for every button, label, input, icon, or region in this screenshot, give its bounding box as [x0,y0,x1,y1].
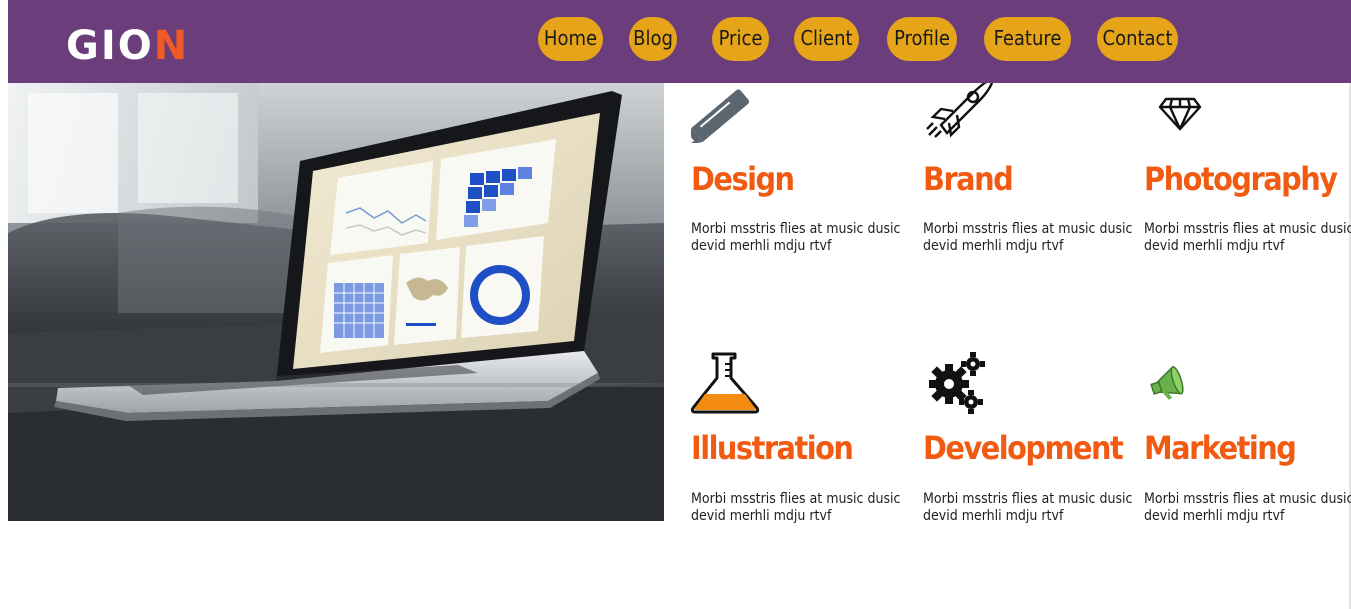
service-title: Marketing [1144,429,1297,467]
service-description: Morbi msstris flies at music dusic devid… [691,491,901,524]
service-description: Morbi msstris flies at music dusic devid… [923,491,1133,524]
service-marketing: Marketing Morbi msstris flies at music d… [1144,344,1351,534]
nav-home[interactable]: Home [538,17,603,61]
diamond-icon [1144,87,1224,149]
nav-contact[interactable]: Contact [1097,17,1178,61]
hero-image [8,83,664,521]
nav-feature[interactable]: Feature [984,17,1071,61]
laptop-photo-icon [8,83,664,521]
logo-accent-letter: N [153,23,190,69]
site-header: GION Home Blog Price Client Profile Feat… [8,0,1351,83]
service-photography: Photography Morbi msstris flies at music… [1144,83,1351,273]
service-development: Development Morbi msstris flies at music… [923,344,1133,534]
service-brand: Brand Morbi msstris flies at music dusic… [923,77,1133,273]
service-title: Design [691,160,795,198]
service-title: Photography [1144,160,1338,198]
flask-icon [690,348,771,414]
logo-text: GIO [66,23,154,69]
service-title: Development [923,429,1124,467]
rocket-icon [923,77,1003,139]
service-description: Morbi msstris flies at music dusic devid… [691,221,901,254]
gears-icon [923,348,1003,414]
service-illustration: Illustration Morbi msstris flies at musi… [690,344,901,534]
service-description: Morbi msstris flies at music dusic devid… [923,221,1133,254]
site-logo[interactable]: GION [66,22,189,70]
nav-client[interactable]: Client [794,17,859,61]
service-title: Illustration [691,429,854,467]
pencil-icon [683,83,771,147]
nav-price[interactable]: Price [712,17,769,61]
service-title: Brand [923,160,1014,198]
service-description: Morbi msstris flies at music dusic devid… [1144,491,1351,524]
service-design: Design Morbi msstris flies at music dusi… [683,83,901,273]
nav-profile[interactable]: Profile [887,17,957,61]
megaphone-icon [1144,358,1224,420]
nav-blog[interactable]: Blog [629,17,677,61]
service-description: Morbi msstris flies at music dusic devid… [1144,221,1351,254]
